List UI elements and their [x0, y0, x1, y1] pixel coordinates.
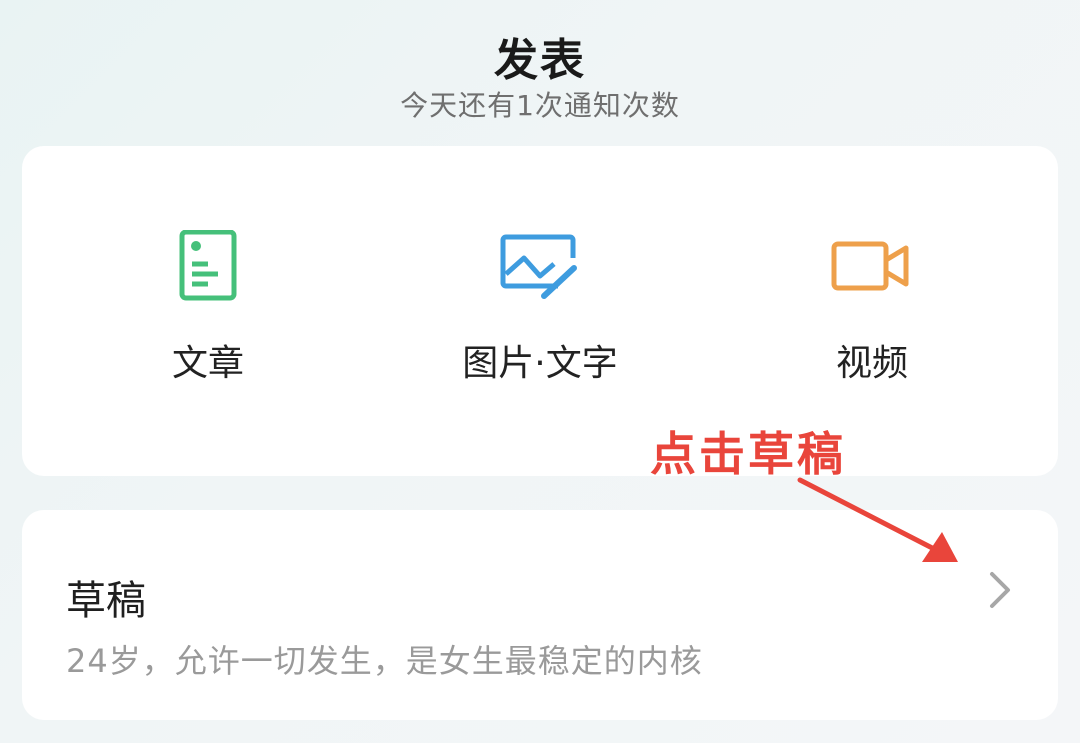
video-camera-icon — [831, 241, 909, 291]
drafts-title: 草稿 — [66, 578, 146, 624]
header: 发表 今天还有1次通知次数 — [0, 0, 1080, 130]
publish-image-text-label: 图片·文字 — [462, 343, 618, 384]
publish-options-card: 文章 图片·文字 视频 — [22, 146, 1058, 476]
publish-image-text-option[interactable]: 图片·文字 — [390, 146, 690, 476]
document-icon — [179, 230, 237, 301]
annotation-arrow-icon — [797, 477, 958, 562]
notification-count-text: 今天还有1次通知次数 — [400, 89, 680, 122]
chevron-right-icon — [990, 572, 1010, 608]
publish-video-label: 视频 — [835, 343, 908, 384]
image-icon — [500, 234, 577, 299]
draft-preview-text: 24岁，允许一切发生，是女生最稳定的内核 — [66, 642, 703, 680]
publish-article-option[interactable]: 文章 — [58, 146, 358, 476]
publish-article-label: 文章 — [171, 343, 244, 384]
page-title: 发表 — [494, 35, 586, 86]
